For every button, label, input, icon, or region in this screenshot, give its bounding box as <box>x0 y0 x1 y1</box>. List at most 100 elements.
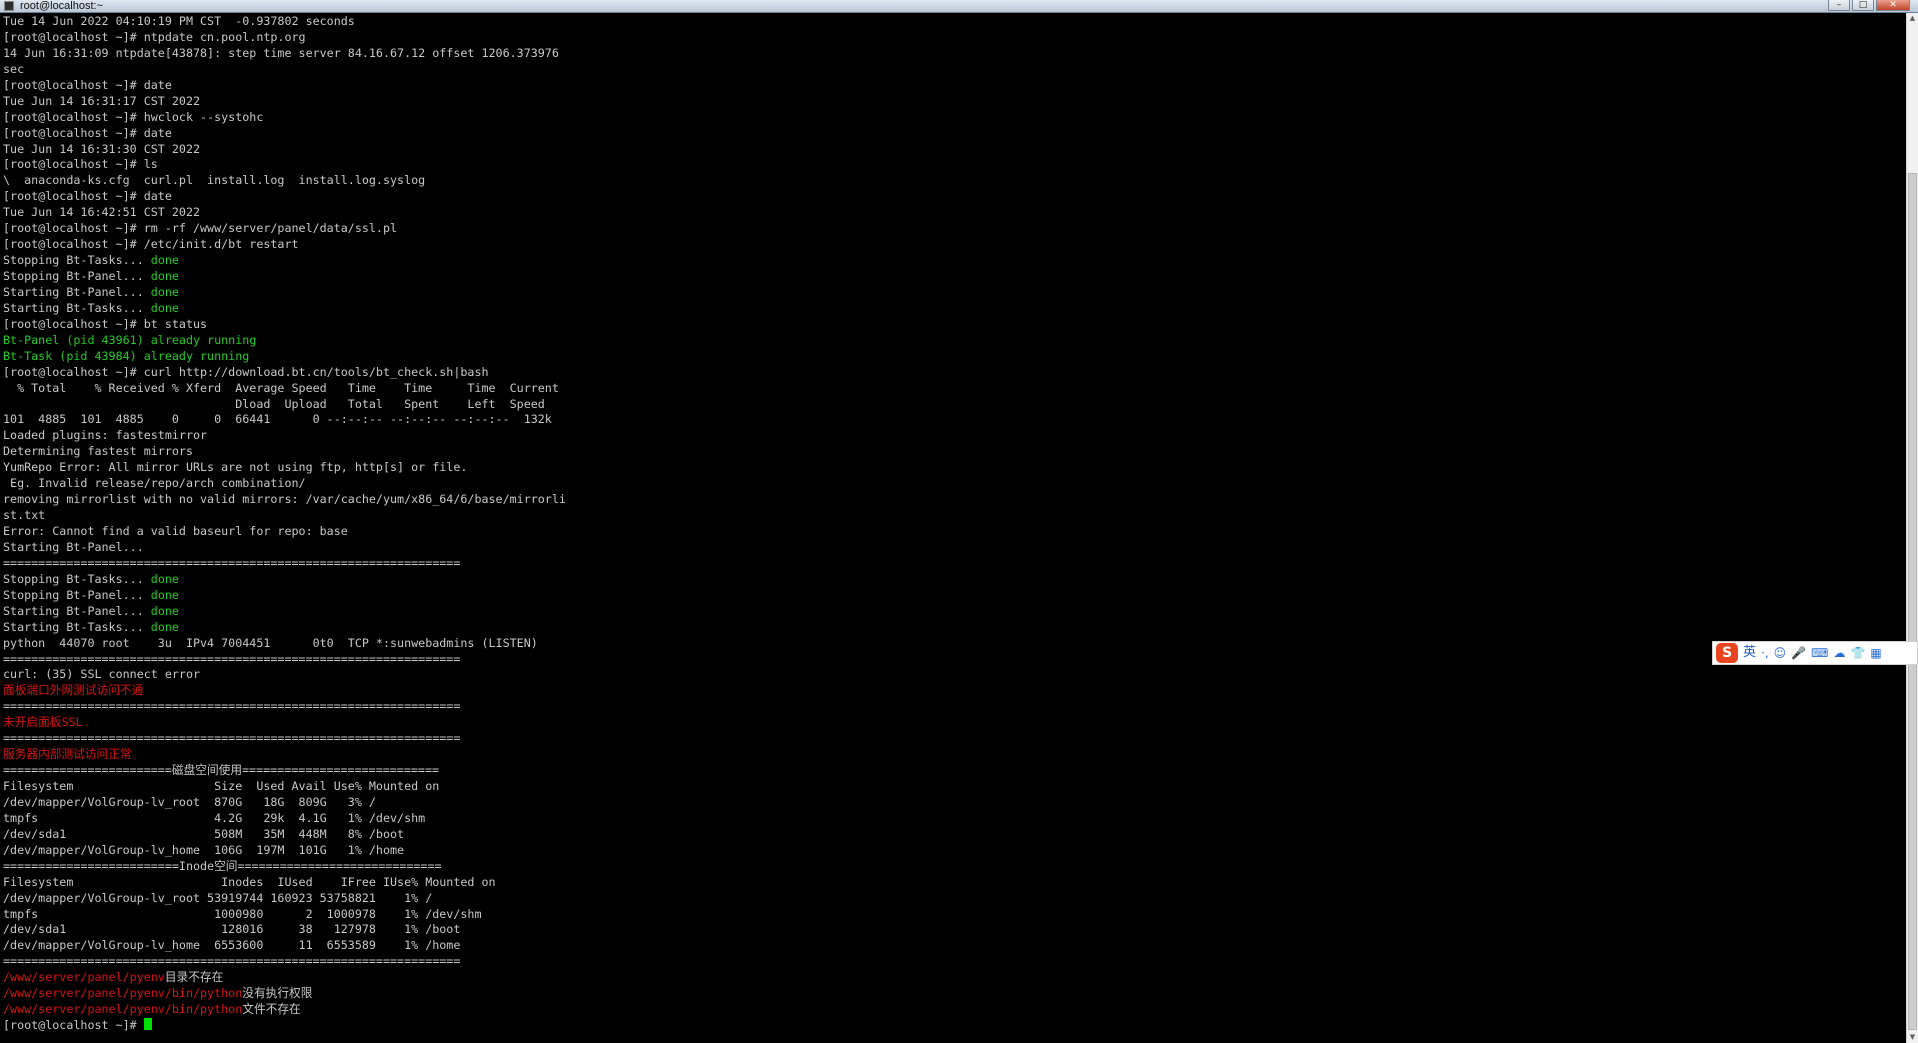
terminal-text: Tue 14 Jun 2022 04:10:19 PM CST -0.93780… <box>3 14 355 28</box>
terminal-line: % Total % Received % Xferd Average Speed… <box>3 381 1899 397</box>
terminal-text: done <box>150 619 179 634</box>
ime-language-toggle[interactable]: 英 <box>1743 643 1756 663</box>
terminal-text: Determining fastest mirrors <box>3 444 193 459</box>
terminal-text: Eg. Invalid release/repo/arch combinatio… <box>3 476 306 491</box>
terminal-output[interactable]: Tue 14 Jun 2022 04:10:19 PM CST -0.93780… <box>3 14 1899 1043</box>
terminal-text: Stopping Bt-Panel... <box>3 587 151 602</box>
terminal-text: sec <box>3 61 25 76</box>
terminal-line: [root@localhost ~]# /etc/init.d/bt resta… <box>3 237 1899 253</box>
terminal-text: done <box>150 300 179 315</box>
terminal-text: Starting Bt-Tasks... <box>3 300 151 315</box>
terminal-line: removing mirrorlist with no valid mirror… <box>3 492 1899 508</box>
terminal-line: /dev/sda1 508M 35M 448M 8% /boot <box>3 827 1899 843</box>
vertical-scrollbar[interactable]: ▲ ▼ <box>1906 13 1918 1043</box>
terminal-text: 101 4885 101 4885 0 0 66441 0 --:--:-- -… <box>3 412 552 427</box>
terminal-line: Determining fastest mirrors <box>3 444 1899 460</box>
terminal-text: 文件不存在 <box>242 1002 301 1017</box>
punctuation-icon[interactable]: ·, <box>1761 643 1769 663</box>
terminal-line: /dev/mapper/VolGroup-lv_home 106G 197M 1… <box>3 843 1899 859</box>
terminal-text: Starting Bt-Tasks... <box>3 619 151 634</box>
maximize-button[interactable]: □ <box>1852 0 1874 11</box>
terminal-line: tmpfs 1000980 2 1000978 1% /dev/shm <box>3 907 1899 923</box>
terminal-line: curl: (35) SSL connect error <box>3 667 1899 683</box>
terminal-line: ========================================… <box>3 556 1899 572</box>
microphone-icon[interactable]: 🎤 <box>1791 643 1806 663</box>
terminal-line: Starting Bt-Panel... done <box>3 604 1899 620</box>
minimize-button[interactable]: – <box>1828 0 1850 11</box>
terminal-text: [root@localhost ~]# <box>3 1018 144 1033</box>
terminal-line: Loaded plugins: fastestmirror <box>3 428 1899 444</box>
skin-icon[interactable]: 👕 <box>1850 643 1865 663</box>
terminal-app-icon <box>4 1 14 11</box>
terminal-text: /www/server/panel/pyenv <box>3 970 165 985</box>
terminal-text: Filesystem Inodes IUsed IFree IUse% Moun… <box>3 874 496 889</box>
terminal-text: Dload Upload Total Spent Left Speed <box>3 396 545 411</box>
terminal-line: Error: Cannot find a valid baseurl for r… <box>3 524 1899 540</box>
terminal-text: done <box>150 571 179 586</box>
terminal-text: done <box>150 603 179 618</box>
scroll-up-arrow-icon[interactable]: ▲ <box>1907 13 1918 24</box>
window-title: root@localhost:~ <box>20 0 104 12</box>
terminal-line: 14 Jun 16:31:09 ntpdate[43878]: step tim… <box>3 46 1899 62</box>
terminal-line: [root@localhost ~]# bt status <box>3 317 1899 333</box>
terminal-line: Stopping Bt-Panel... done <box>3 269 1899 285</box>
scrollbar-thumb[interactable] <box>1908 173 1917 1030</box>
terminal-line: Bt-Task (pid 43984) already running <box>3 349 1899 365</box>
ime-toolbar[interactable]: S 英 ·, ☺ 🎤 ⌨ ☁ 👕 ▦ <box>1712 641 1918 665</box>
terminal-text: done <box>150 269 179 283</box>
terminal-text: Stopping Bt-Tasks... <box>3 571 151 586</box>
terminal-text: [root@localhost ~]# date <box>3 189 172 204</box>
terminal-text: 服务器内部测试访问正常 <box>3 747 132 762</box>
terminal-text: YumRepo Error: All mirror URLs are not u… <box>3 460 468 475</box>
terminal-text: python 44070 root 3u IPv4 7004451 0t0 TC… <box>3 635 538 650</box>
terminal-line: 101 4885 101 4885 0 0 66441 0 --:--:-- -… <box>3 412 1899 428</box>
terminal-line: Tue Jun 14 16:42:51 CST 2022 <box>3 205 1899 221</box>
terminal-line: ========================磁盘空间使用==========… <box>3 763 1899 779</box>
terminal-line: ========================================… <box>3 652 1899 668</box>
terminal-line: /dev/mapper/VolGroup-lv_root 53919744 16… <box>3 891 1899 907</box>
terminal-line: [root@localhost ~]# date <box>3 78 1899 94</box>
terminal-line: Tue Jun 14 16:31:30 CST 2022 <box>3 142 1899 158</box>
terminal-line: Stopping Bt-Tasks... done <box>3 253 1899 269</box>
terminal-line: sec <box>3 62 1899 78</box>
terminal-text: 目录不存在 <box>164 970 224 985</box>
terminal-line: Stopping Bt-Tasks... done <box>3 572 1899 588</box>
close-button[interactable]: ✕ <box>1876 0 1910 11</box>
terminal-line: =========================Inode空间========… <box>3 859 1899 875</box>
terminal-text: ========================================… <box>3 954 461 969</box>
terminal-line: /dev/sda1 128016 38 127978 1% /boot <box>3 922 1899 938</box>
terminal-line: 面板端口外网测试访问不通 <box>3 683 1899 699</box>
terminal-text: [root@localhost ~]# bt status <box>3 316 208 331</box>
terminal-text: done <box>150 284 179 299</box>
toolbox-icon[interactable]: ▦ <box>1870 643 1881 663</box>
terminal-text: ========================================… <box>3 555 461 570</box>
terminal-text: /dev/mapper/VolGroup-lv_home 106G 197M 1… <box>3 842 405 857</box>
terminal-text: =========================Inode空间========… <box>3 858 442 873</box>
sogou-logo-icon[interactable]: S <box>1716 643 1738 663</box>
terminal-line: [root@localhost ~]# ntpdate cn.pool.ntp.… <box>3 30 1899 46</box>
emoji-icon[interactable]: ☺ <box>1774 643 1787 663</box>
terminal-line: Starting Bt-Tasks... done <box>3 301 1899 317</box>
terminal-text: [root@localhost ~]# curl http://download… <box>3 364 489 379</box>
window-titlebar[interactable]: root@localhost:~ – □ ✕ <box>0 0 1918 13</box>
scroll-down-arrow-icon[interactable]: ▼ <box>1907 1032 1918 1043</box>
terminal-text: 面板端口外网测试访问不通 <box>3 683 144 698</box>
terminal-text: Stopping Bt-Panel... <box>3 269 151 283</box>
terminal-text: 14 Jun 16:31:09 ntpdate[43878]: step tim… <box>3 45 559 60</box>
cloud-icon[interactable]: ☁ <box>1833 643 1845 663</box>
keyboard-icon[interactable]: ⌨ <box>1811 643 1828 663</box>
terminal-text: Stopping Bt-Tasks... <box>3 253 151 268</box>
terminal-text: Error: Cannot find a valid baseurl for r… <box>3 524 348 538</box>
terminal-text: ========================================… <box>3 699 461 714</box>
terminal-text: ========================================… <box>3 731 461 746</box>
terminal-text: 没有执行权限 <box>242 986 313 1001</box>
terminal-text: tmpfs 4.2G 29k 4.1G 1% /dev/shm <box>3 810 426 825</box>
terminal-line: 服务器内部测试访问正常 <box>3 747 1899 763</box>
terminal-text: Starting Bt-Panel... <box>3 284 151 299</box>
terminal-text: % Total % Received % Xferd Average Speed… <box>3 380 559 395</box>
terminal-line: Starting Bt-Panel... done <box>3 285 1899 301</box>
terminal-line: Starting Bt-Panel... <box>3 540 1899 556</box>
terminal-line: ========================================… <box>3 731 1899 747</box>
terminal-line: Filesystem Size Used Avail Use% Mounted … <box>3 779 1899 795</box>
terminal-text: curl: (35) SSL connect error <box>3 667 201 682</box>
